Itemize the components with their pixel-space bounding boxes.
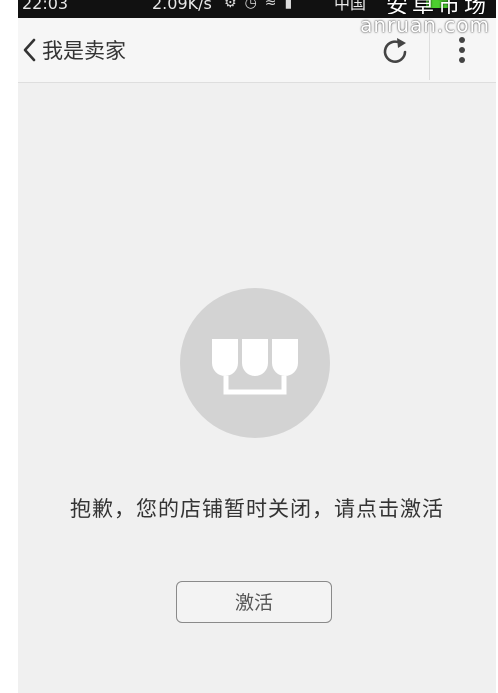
signal-icon: ▮: [284, 0, 301, 11]
action-divider: [429, 22, 430, 80]
status-time: 22:03: [22, 0, 69, 13]
activate-button[interactable]: 激活: [176, 581, 332, 623]
back-button[interactable]: 我是卖家: [22, 34, 126, 66]
usb-icon: ⚙: [224, 0, 245, 11]
action-bar: 我是卖家: [18, 18, 496, 83]
more-vertical-icon: [459, 37, 465, 63]
refresh-icon: [383, 38, 407, 63]
alarm-icon: ◷: [244, 0, 265, 11]
status-carrier: 中国: [334, 0, 367, 13]
app-screen: 22:03 2.09K/s ⚙◷≈▮ 中国 我是卖家 抱歉，您的店铺暂时关闭，请…: [18, 0, 496, 693]
status-bar: 22:03 2.09K/s ⚙◷≈▮ 中国: [18, 0, 496, 18]
status-network-speed: 2.09K/s: [152, 0, 212, 13]
store-closed-illustration: [180, 288, 330, 438]
page-title: 我是卖家: [42, 39, 126, 63]
store-closed-message: 抱歉，您的店铺暂时关闭，请点击激活: [70, 497, 444, 521]
wifi-icon: ≈: [264, 0, 285, 11]
status-icons: ⚙◷≈▮: [224, 0, 301, 11]
more-menu-button[interactable]: [450, 36, 474, 66]
chevron-left-icon: [23, 38, 36, 62]
battery-icon: [426, 0, 448, 8]
store-icon: [212, 339, 298, 395]
refresh-button[interactable]: [380, 36, 412, 68]
